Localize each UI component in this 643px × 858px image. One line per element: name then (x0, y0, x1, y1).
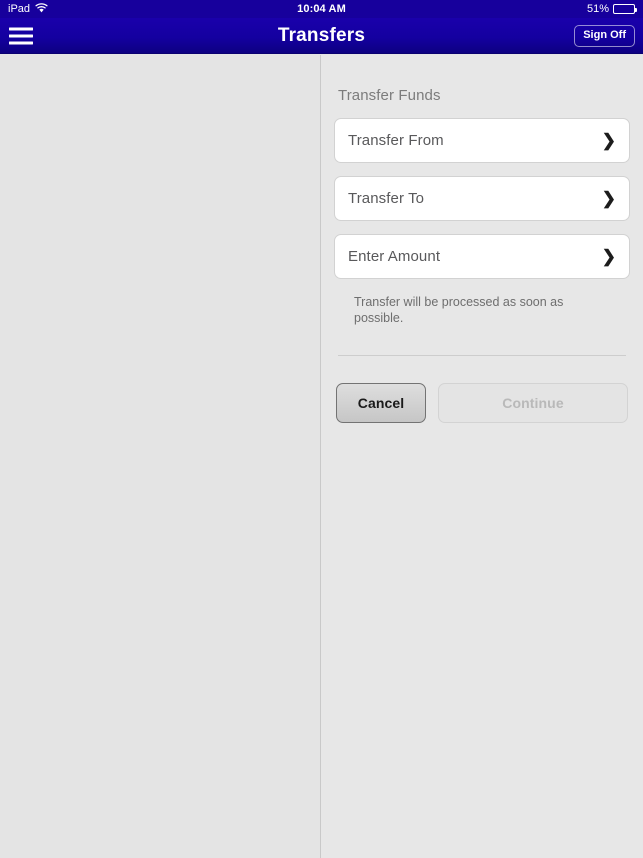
transfer-from-field[interactable]: Transfer From ❯ (334, 118, 630, 163)
action-button-row: Cancel Continue (334, 356, 630, 424)
detail-panel: Transfer Funds Transfer From ❯ Transfer … (321, 55, 643, 858)
field-label: Transfer To (348, 190, 425, 207)
section-title: Transfer Funds (338, 87, 441, 104)
battery-percent-label: 51% (586, 3, 609, 15)
cancel-button[interactable]: Cancel (336, 383, 426, 424)
page-title: Transfers (277, 24, 366, 46)
helper-note: Transfer will be processed as soon as po… (354, 295, 564, 325)
status-bar: iPad 10:04 AM 51% (0, 0, 643, 18)
split-view: Transfer Funds Transfer From ❯ Transfer … (0, 55, 643, 858)
field-label: Enter Amount (348, 248, 441, 265)
master-panel (0, 55, 321, 858)
chevron-right-icon: ❯ (601, 131, 616, 150)
enter-amount-field[interactable]: Enter Amount ❯ (334, 234, 630, 279)
battery-icon (613, 4, 637, 14)
status-bar-right: 51% (586, 3, 637, 15)
status-bar-clock: 10:04 AM (297, 3, 346, 15)
navigation-bar: Transfers Sign Off (0, 18, 643, 54)
chevron-right-icon: ❯ (601, 189, 616, 208)
device-name-label: iPad (8, 3, 31, 15)
app-root: iPad 10:04 AM 51% Transfers Sign Off Tra… (0, 0, 643, 858)
field-label: Transfer From (348, 132, 444, 149)
status-bar-left: iPad (8, 2, 48, 16)
chevron-right-icon: ❯ (601, 247, 616, 266)
transfer-to-field[interactable]: Transfer To ❯ (334, 176, 630, 221)
sign-off-button[interactable]: Sign Off (574, 24, 635, 47)
continue-button[interactable]: Continue (438, 383, 628, 424)
wifi-icon (35, 2, 48, 16)
